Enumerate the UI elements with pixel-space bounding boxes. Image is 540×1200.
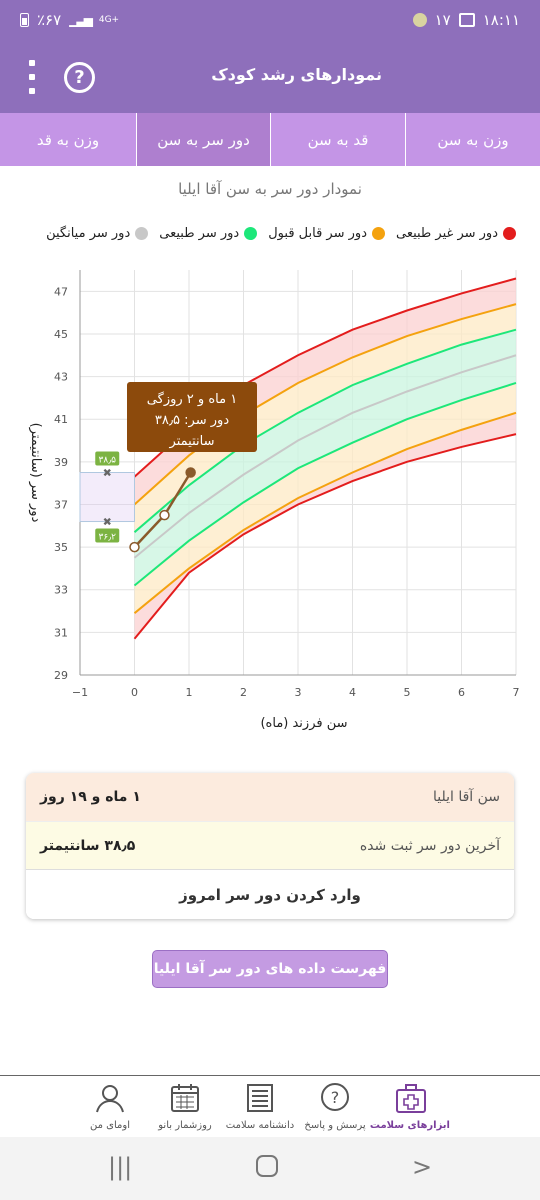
nav-encyclopedia[interactable]: دانشنامه سلامت (222, 1082, 298, 1131)
legend-item-normal[interactable]: دور سر طبیعی (159, 226, 258, 241)
summary-card: سن آقا ایلیا ۱ ماه و ۱۹ روز آخرین دور سر… (26, 773, 514, 919)
x-tick-label: 0 (131, 686, 138, 699)
nav-health-tools[interactable]: ابزارهای سلامت (370, 1082, 450, 1131)
app-title: نمودارهای رشد کودک (211, 65, 382, 84)
age-row: سن آقا ایلیا ۱ ماه و ۱۹ روز (26, 773, 514, 821)
status-left: ٪۶۷ ▁▃▅ 4G+ (20, 11, 119, 29)
status-right: ۱۷ ۱۸:۱۱ (412, 11, 520, 29)
data-list-button[interactable]: فهرست داده های دور سر آقا ایلیا (152, 950, 388, 988)
tooltip-line: سانتیمتر (169, 434, 215, 449)
x-tick-label: 3 (295, 686, 302, 699)
y-tick-label: 37 (54, 498, 68, 511)
x-tick-label: 1 (186, 686, 193, 699)
signal-icon: ▁▃▅ (69, 13, 93, 27)
age-label: سن آقا ایلیا (432, 789, 500, 805)
tab-head-age[interactable]: دور سر به سن (136, 113, 270, 166)
recent-apps-icon[interactable]: ||| (108, 1153, 132, 1181)
x-tick-label: 4 (349, 686, 356, 699)
head-circumference-chart[interactable]: 29313335373941434547−1 0 1 2 3 4 5 6 7✖✖۳۸٫۵۳۶٫۲… (0, 255, 540, 735)
status-bar: ٪۶۷ ▁▃▅ 4G+ ۱۷ ۱۸:۱۱ (0, 0, 540, 40)
profile-icon (96, 1085, 124, 1113)
network-type: 4G+ (98, 15, 120, 25)
range-low-label: ۳۶٫۲ (99, 533, 117, 543)
y-tick-label: 29 (54, 669, 68, 682)
nav-profile[interactable]: اومای من (80, 1082, 140, 1131)
y-tick-label: 41 (54, 413, 68, 426)
battery-icon (20, 13, 29, 27)
last-measure-value: ۳۸٫۵ سانتیمتر (40, 837, 136, 854)
nav-qa[interactable]: ? پرسش و پاسخ (300, 1082, 370, 1131)
range-marker-low: ✖ (103, 516, 112, 529)
x-axis-label: سن فرزند (ماه) (260, 716, 347, 731)
battery-percent: ٪۶۷ (37, 11, 62, 29)
last-measure-label: آخرین دور سر ثبت شده (359, 837, 500, 854)
question-icon: ? (321, 1083, 349, 1111)
chart-tabs: وزن به سن قد به سن دور سر به سن وزن به ق… (0, 113, 540, 166)
back-icon[interactable]: > (412, 1153, 432, 1181)
range-high-label: ۳۸٫۵ (99, 456, 117, 466)
measured-range-box (79, 472, 135, 523)
enter-today-button[interactable]: وارد کردن دور سر امروز (26, 869, 514, 919)
newspaper-icon (247, 1084, 273, 1112)
y-tick-label: 31 (54, 626, 68, 639)
tooltip-line: ۱ ماه و ۲ روزگی (147, 391, 237, 407)
tab-height-age[interactable]: قد به سن (270, 113, 405, 166)
legend-dot (135, 227, 149, 240)
y-tick-label: 45 (54, 328, 68, 341)
chart-title: نمودار دور سر به سن آقا ایلیا (178, 180, 362, 198)
nav-calendar[interactable]: روزشمار بانو (152, 1082, 218, 1131)
age-value: ۱ ماه و ۱۹ روز (40, 789, 141, 805)
y-tick-label: 47 (54, 285, 68, 298)
legend-item-acceptable[interactable]: دور سر قابل قبول (268, 226, 385, 241)
legend-dot (244, 227, 258, 240)
y-axis-label: دور سر (سانتیمتر) (28, 423, 43, 523)
tab-weight-height[interactable]: وزن به قد (0, 113, 136, 166)
calendar-icon (171, 1084, 199, 1112)
tab-weight-age[interactable]: وزن به سن (405, 113, 540, 166)
y-tick-label: 43 (54, 371, 68, 384)
y-tick-label: 35 (54, 541, 68, 554)
help-icon[interactable]: ? (64, 62, 95, 93)
app-bar: ? نمودارهای رشد کودک (0, 40, 540, 113)
y-tick-label: 39 (54, 456, 68, 469)
medical-kit-icon (396, 1084, 426, 1113)
child-measure-point[interactable] (129, 541, 140, 553)
tooltip-line: دور سر: ۳۸٫۵ (155, 413, 229, 428)
x-tick-label: 7 (513, 686, 520, 699)
y-tick-label: 33 (54, 584, 68, 597)
x-tick-label: 2 (240, 686, 247, 699)
legend-item-abnormal[interactable]: دور سر غیر طبیعی (396, 226, 516, 241)
child-measure-point[interactable] (159, 509, 170, 521)
system-nav: ||| > (0, 1137, 540, 1200)
last-measure-row: آخرین دور سر ثبت شده ۳۸٫۵ سانتیمتر (26, 821, 514, 869)
x-tick-label: 5 (404, 686, 411, 699)
child-measure-point[interactable] (185, 467, 196, 478)
notification-count: ۱۷ (434, 11, 451, 29)
app-notification-icon (412, 13, 427, 27)
chart-legend: دور سر غیر طبیعی دور سر قابل قبول دور سر… (46, 226, 516, 241)
x-tick-label: −1 (72, 686, 88, 699)
range-marker-high: ✖ (103, 467, 112, 480)
legend-dot (503, 227, 516, 240)
home-icon[interactable] (256, 1155, 278, 1177)
legend-item-average[interactable]: دور سر میانگین (46, 226, 149, 241)
gallery-icon (458, 13, 475, 27)
bottom-nav: ابزارهای سلامت ? پرسش و پاسخ دانشنامه سل… (0, 1075, 540, 1137)
legend-dot (371, 227, 385, 240)
more-menu-icon[interactable] (22, 60, 42, 94)
svg-text:?: ? (331, 1088, 340, 1107)
x-tick-label: 6 (458, 686, 465, 699)
clock: ۱۸:۱۱ (482, 11, 520, 29)
